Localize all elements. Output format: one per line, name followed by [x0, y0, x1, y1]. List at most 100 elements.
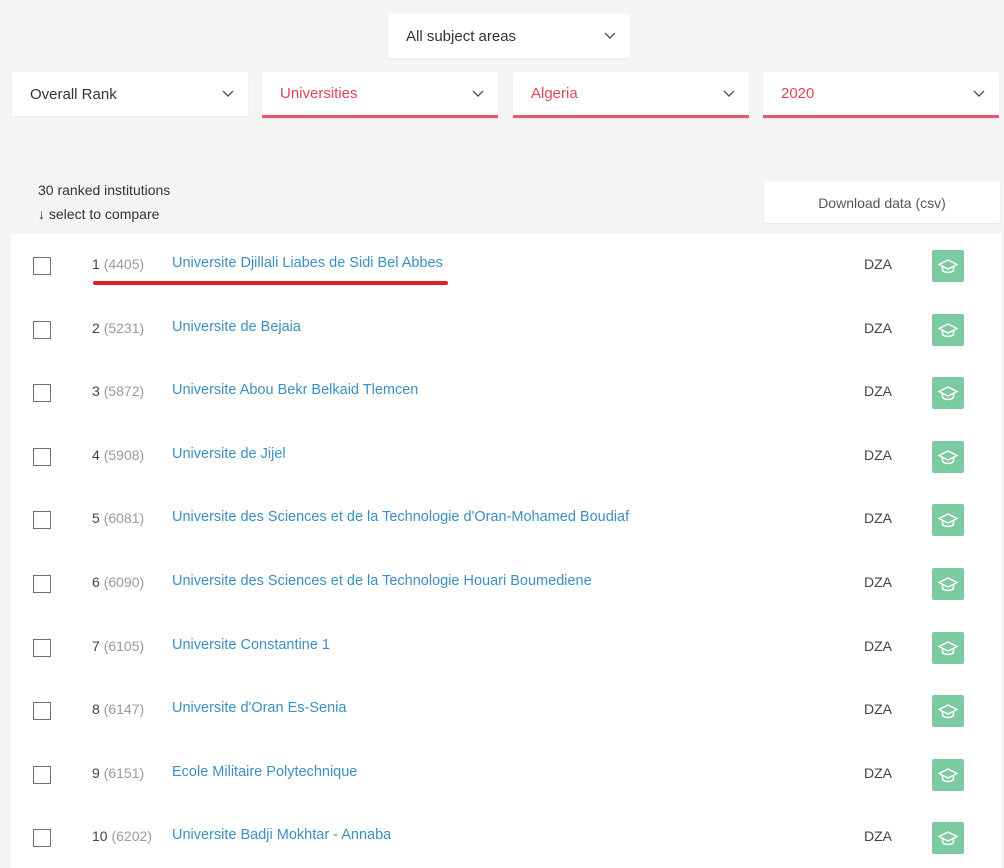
table-row: 3 (5872) Universite Abou Bekr Belkaid Tle… [11, 361, 1001, 425]
graduation-cap-icon[interactable] [932, 440, 964, 473]
rank-cell: 9 (6151) [92, 765, 144, 781]
rank-number: 7 [92, 637, 100, 654]
rankings-page: All subject areas Overall Rank Universit… [0, 0, 1004, 868]
rank-number: 5 [92, 510, 100, 527]
subject-area-select[interactable]: All subject areas [388, 14, 630, 58]
rank-cell: 2 (5231) [92, 320, 144, 336]
institution-name-link[interactable]: Universite Constantine 1 [172, 637, 330, 653]
rank-score: (5231) [103, 319, 145, 336]
rank-number: 9 [92, 764, 100, 781]
institution-name-link[interactable]: Universite Abou Bekr Belkaid Tlemcen [172, 382, 418, 398]
year-select[interactable]: 2020 [763, 72, 999, 118]
rank-number: 6 [92, 574, 100, 590]
compare-hint: ↓ select to compare [38, 206, 160, 222]
rank-number: 1 [92, 256, 100, 272]
institution-name-link[interactable]: Universite de Bejaia [172, 319, 301, 335]
country-code: DZA [864, 637, 892, 654]
table-row: 10 (6202) Universite Badji Mokhtar - Anna… [11, 806, 1001, 868]
table-row: 5 (6081) Universite des Sciences et de la… [11, 488, 1001, 552]
rank-type-value: Overall Rank [30, 85, 117, 103]
country-code: DZA [864, 383, 892, 400]
table-row: 7 (6105) Universite Constantine 1 DZA [11, 616, 1001, 680]
country-code: DZA [864, 510, 892, 527]
table-row: 8 (6147) Universite d'Oran Es-Senia DZA [11, 679, 1001, 743]
rank-cell: 10 (6202) [92, 828, 152, 844]
year-value: 2020 [781, 85, 815, 102]
country-code: DZA [864, 701, 892, 718]
compare-checkbox[interactable] [33, 384, 51, 403]
ranked-count: 30 ranked institutions [38, 182, 171, 198]
rank-score: (6147) [103, 701, 145, 718]
subject-area-value: All subject areas [406, 27, 517, 45]
rank-cell: 1 (4405) [92, 256, 144, 272]
chevron-down-icon [470, 86, 486, 102]
country-code: DZA [864, 256, 892, 272]
institution-name-link[interactable]: Universite Badji Mokhtar - Annaba [172, 827, 391, 843]
compare-checkbox[interactable] [33, 320, 51, 339]
highlight-underline [93, 281, 448, 285]
institution-name-link[interactable]: Universite de Jijel [172, 446, 286, 462]
table-row: 6 (6090) Universite des Sciences et de la… [11, 552, 1001, 616]
institution-type-select[interactable]: Universities [262, 72, 498, 118]
country-value: Algeria [531, 85, 578, 102]
compare-checkbox[interactable] [33, 702, 51, 721]
table-row: 1 (4405) Universite Djillali Liabes de Si… [11, 234, 1001, 298]
compare-checkbox[interactable] [33, 765, 51, 784]
graduation-cap-icon[interactable] [932, 377, 964, 410]
compare-checkbox[interactable] [33, 575, 51, 593]
results-summary: 30 ranked institutions ↓ select to compa… [38, 178, 170, 226]
rank-number: 4 [92, 446, 100, 463]
graduation-cap-icon[interactable] [932, 695, 964, 728]
compare-checkbox[interactable] [33, 257, 51, 275]
rank-cell: 4 (5908) [92, 447, 144, 463]
table-row: 9 (6151) Ecole Militaire Polytechnique DZA [11, 743, 1001, 807]
chevron-down-icon [721, 86, 737, 102]
rank-cell: 8 (6147) [92, 701, 144, 717]
rank-score: (6081) [103, 510, 145, 527]
compare-checkbox[interactable] [33, 829, 51, 848]
rank-number: 10 [92, 828, 108, 845]
country-code: DZA [864, 828, 892, 845]
graduation-cap-icon[interactable] [932, 631, 964, 664]
rank-score: (4405) [103, 256, 145, 272]
table-row: 4 (5908) Universite de Jijel DZA [11, 425, 1001, 489]
chevron-down-icon [602, 28, 618, 44]
compare-checkbox[interactable] [33, 447, 51, 466]
rank-cell: 6 (6090) [92, 574, 144, 590]
rank-score: (5872) [103, 383, 145, 400]
institution-name-link[interactable]: Universite Djillali Liabes de Sidi Bel A… [172, 255, 443, 271]
download-csv-button[interactable]: Download data (csv) [764, 182, 1000, 223]
rank-score: (6151) [103, 764, 145, 781]
institution-type-value: Universities [280, 85, 358, 102]
institution-name-link[interactable]: Ecole Militaire Polytechnique [172, 764, 357, 780]
graduation-cap-icon[interactable] [932, 758, 964, 791]
rank-number: 8 [92, 701, 100, 718]
country-code: DZA [864, 764, 892, 781]
compare-checkbox[interactable] [33, 511, 51, 530]
compare-checkbox[interactable] [33, 638, 51, 657]
rank-number: 2 [92, 319, 100, 336]
graduation-cap-icon[interactable] [932, 822, 964, 855]
rank-score: (6105) [103, 637, 145, 654]
table-row: 2 (5231) Universite de Bejaia DZA [11, 298, 1001, 362]
rank-score: (6090) [103, 574, 145, 590]
graduation-cap-icon[interactable] [932, 568, 964, 600]
institution-list: 1 (4405) Universite Djillali Liabes de Si… [11, 234, 1001, 868]
country-code: DZA [864, 446, 892, 463]
institution-name-link[interactable]: Universite des Sciences et de la Technol… [172, 573, 592, 589]
rank-cell: 3 (5872) [92, 383, 144, 399]
rank-score: (5908) [103, 446, 145, 463]
chevron-down-icon [971, 86, 987, 102]
rank-score: (6202) [111, 828, 152, 845]
graduation-cap-icon[interactable] [932, 313, 964, 346]
institution-name-link[interactable]: Universite d'Oran Es-Senia [172, 700, 346, 716]
country-code: DZA [864, 319, 892, 336]
rank-cell: 7 (6105) [92, 638, 144, 654]
rank-type-select[interactable]: Overall Rank [12, 72, 248, 116]
country-code: DZA [864, 574, 892, 590]
graduation-cap-icon[interactable] [932, 504, 964, 537]
institution-name-link[interactable]: Universite des Sciences et de la Technol… [172, 509, 629, 525]
country-select[interactable]: Algeria [513, 72, 749, 118]
rank-cell: 5 (6081) [92, 510, 144, 526]
graduation-cap-icon[interactable] [932, 250, 964, 282]
